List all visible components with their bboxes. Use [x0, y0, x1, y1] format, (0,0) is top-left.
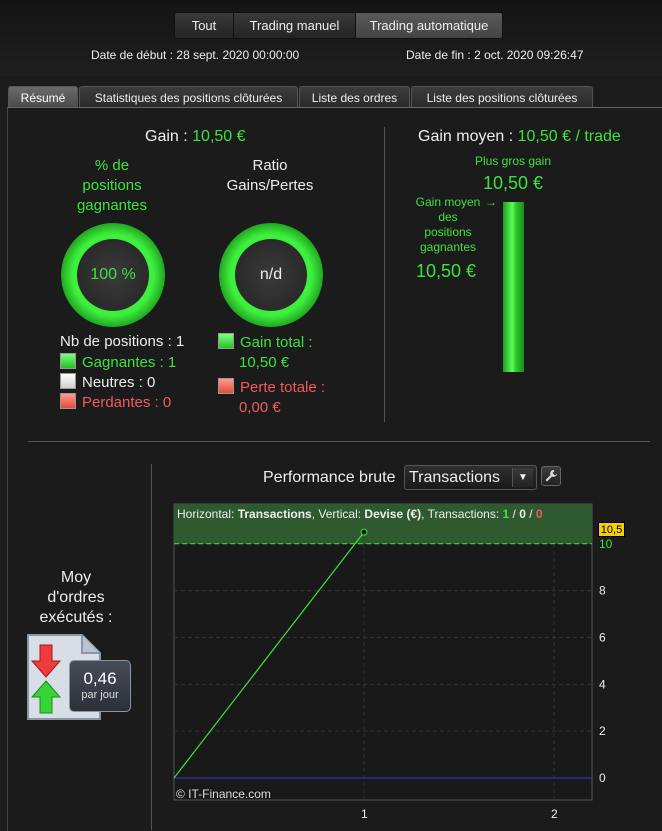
- x-tick-label: 1: [361, 807, 368, 821]
- performance-chart: 02468101 2: [173, 503, 613, 821]
- y-tick-label: 8: [599, 584, 606, 598]
- info-t-label: , Transactions:: [421, 507, 503, 521]
- data-point: [360, 528, 368, 536]
- y-tick-label: 6: [599, 630, 606, 644]
- y-tick-label: 10: [599, 537, 613, 551]
- info-v-value: Devise (€): [364, 507, 422, 521]
- y-tick-label: 0: [599, 771, 606, 785]
- chart-watermark: © IT-Finance.com: [176, 787, 271, 801]
- x-tick-label: 2: [551, 807, 558, 821]
- info-los: 0: [535, 507, 543, 521]
- info-h-value: Transactions: [237, 507, 312, 521]
- info-h-label: Horizontal:: [177, 507, 238, 521]
- chart-info: Horizontal: Transactions, Vertical: Devi…: [177, 507, 543, 521]
- y-tick-label: 2: [599, 724, 606, 738]
- info-neu: 0: [519, 507, 526, 521]
- info-v-label: , Vertical:: [311, 507, 365, 521]
- last-value-badge: 10,5: [598, 522, 625, 537]
- y-tick-label: 4: [599, 677, 606, 691]
- info-sep1: /: [509, 507, 520, 521]
- info-sep2: /: [525, 507, 536, 521]
